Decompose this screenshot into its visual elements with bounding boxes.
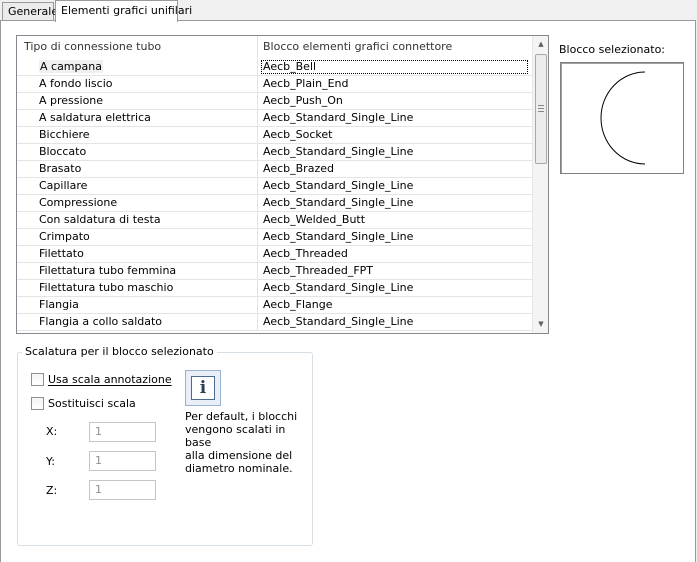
override-scale-checkbox[interactable]: Sostituisci scala: [31, 397, 136, 411]
table-row[interactable]: Brasato Aecb_Brazed: [17, 161, 532, 178]
column-header-tipo-connessione[interactable]: Tipo di connessione tubo: [17, 36, 258, 58]
connection-type-cell: A pressione: [17, 93, 258, 109]
table-row[interactable]: A fondo liscio Aecb_Plain_End: [17, 76, 532, 93]
table-row[interactable]: Flangia Aecb_Flange: [17, 297, 532, 314]
list-rows: A campana Aecb_Bell A fondo liscio Aecb_Pla…: [17, 59, 532, 331]
connection-type-cell: A fondo liscio: [17, 76, 258, 92]
connector-block-cell[interactable]: Aecb_Standard_Single_Line: [258, 280, 532, 296]
connector-block-cell[interactable]: Aecb_Standard_Single_Line: [258, 144, 532, 160]
connection-type-text: Filettatura tubo maschio: [39, 281, 174, 294]
table-row[interactable]: Flangia a collo saldato Aecb_Standard_Sin…: [17, 314, 532, 331]
connection-type-cell: A campana: [17, 59, 258, 75]
tab-panel: Tipo di connessione tubo Blocco elementi…: [0, 20, 696, 562]
use-annotation-scale-label: Usa scala annotazione: [48, 373, 172, 386]
table-row[interactable]: Capillare Aecb_Standard_Single_Line: [17, 178, 532, 195]
table-row[interactable]: A campana Aecb_Bell: [17, 59, 532, 76]
connection-type-text: Filettato: [39, 247, 84, 260]
connection-type-cell: Filettatura tubo maschio: [17, 280, 258, 296]
table-row[interactable]: Compressione Aecb_Standard_Single_Line: [17, 195, 532, 212]
connector-block-cell[interactable]: Aecb_Socket: [258, 127, 532, 143]
column-header-blocco[interactable]: Blocco elementi grafici connettore: [258, 36, 532, 58]
connection-type-cell: Flangia: [17, 297, 258, 313]
connector-block-cell[interactable]: Aecb_Bell: [260, 59, 529, 75]
connector-block-cell[interactable]: Aecb_Standard_Single_Line: [258, 229, 532, 245]
connection-type-text: A saldatura elettrica: [39, 111, 151, 124]
table-row[interactable]: A pressione Aecb_Push_On: [17, 93, 532, 110]
connection-type-cell: Compressione: [17, 195, 258, 211]
table-row[interactable]: Bicchiere Aecb_Socket: [17, 127, 532, 144]
connection-type-list[interactable]: Tipo di connessione tubo Blocco elementi…: [16, 35, 549, 334]
info-icon: i: [185, 370, 221, 406]
table-row[interactable]: Filettatura tubo femmina Aecb_Threaded_FP…: [17, 263, 532, 280]
connector-block-cell[interactable]: Aecb_Standard_Single_Line: [258, 195, 532, 211]
connector-block-cell[interactable]: Aecb_Push_On: [258, 93, 532, 109]
connection-type-text: Con saldatura di testa: [39, 213, 161, 226]
grip-icon: [538, 105, 544, 112]
checkbox-icon[interactable]: [31, 397, 44, 410]
x-scale-input[interactable]: 1: [89, 422, 156, 442]
x-label: X:: [46, 425, 58, 438]
connection-type-text: Flangia a collo saldato: [39, 315, 163, 328]
connector-block-cell[interactable]: Aecb_Flange: [258, 297, 532, 313]
connection-type-cell: Bicchiere: [17, 127, 258, 143]
connection-type-cell: Bloccato: [17, 144, 258, 160]
table-row[interactable]: Bloccato Aecb_Standard_Single_Line: [17, 144, 532, 161]
bell-symbol-preview: [600, 71, 646, 165]
connection-type-text: A campana: [39, 60, 103, 73]
checkbox-icon[interactable]: [31, 373, 44, 386]
connection-type-cell: Flangia a collo saldato: [17, 314, 258, 330]
connection-type-text: Filettatura tubo femmina: [39, 264, 177, 277]
connection-type-text: A pressione: [39, 94, 104, 107]
table-row[interactable]: Filettatura tubo maschio Aecb_Standard_Si…: [17, 280, 532, 297]
tab-elementi-grafici-unifilari[interactable]: Elementi grafici unifilari: [55, 0, 192, 22]
connection-type-text: Bicchiere: [39, 128, 90, 141]
scaling-group-title: Scalatura per il blocco selezionato: [22, 345, 217, 358]
connection-type-cell: A saldatura elettrica: [17, 110, 258, 126]
table-row[interactable]: A saldatura elettrica Aecb_Standard_Singl…: [17, 110, 532, 127]
connection-type-text: Capillare: [39, 179, 88, 192]
connection-type-cell: Brasato: [17, 161, 258, 177]
block-preview: [560, 62, 684, 174]
connection-type-text: Crimpato: [39, 230, 90, 243]
table-row[interactable]: Con saldatura di testa Aecb_Welded_Butt: [17, 212, 532, 229]
list-header: Tipo di connessione tubo Blocco elementi…: [17, 36, 532, 58]
z-label: Z:: [46, 484, 58, 497]
connection-type-text: Compressione: [39, 196, 118, 209]
y-label: Y:: [46, 455, 55, 468]
tab-generale[interactable]: Generale: [2, 2, 58, 22]
connection-type-cell: Con saldatura di testa: [17, 212, 258, 228]
connector-block-cell[interactable]: Aecb_Standard_Single_Line: [258, 178, 532, 194]
scaling-group: Scalatura per il blocco selezionato Usa …: [17, 345, 313, 546]
connector-block-cell[interactable]: Aecb_Standard_Single_Line: [258, 110, 532, 126]
table-row[interactable]: Filettato Aecb_Threaded: [17, 246, 532, 263]
table-row[interactable]: Crimpato Aecb_Standard_Single_Line: [17, 229, 532, 246]
scroll-down-arrow-icon[interactable]: ▼: [533, 316, 548, 333]
connection-type-cell: Crimpato: [17, 229, 258, 245]
scroll-thumb[interactable]: [535, 54, 547, 164]
connector-block-cell[interactable]: Aecb_Welded_Butt: [258, 212, 532, 228]
vertical-scrollbar[interactable]: ▲ ▼: [532, 36, 548, 333]
connection-type-cell: Filettatura tubo femmina: [17, 263, 258, 279]
tab-strip: Generale Elementi grafici unifilari: [0, 0, 697, 22]
connection-type-cell: Capillare: [17, 178, 258, 194]
connector-block-cell[interactable]: Aecb_Plain_End: [258, 76, 532, 92]
connector-block-cell[interactable]: Aecb_Threaded_FPT: [258, 263, 532, 279]
connector-block-cell[interactable]: Aecb_Standard_Single_Line: [258, 314, 532, 330]
scroll-up-arrow-icon[interactable]: ▲: [533, 36, 548, 53]
connection-type-text: Flangia: [39, 298, 79, 311]
connection-type-text: Brasato: [39, 162, 82, 175]
info-text: Per default, i blocchi vengono scalati i…: [185, 410, 298, 475]
connection-type-text: Bloccato: [39, 145, 87, 158]
connection-type-cell: Filettato: [17, 246, 258, 262]
override-scale-label: Sostituisci scala: [48, 397, 136, 410]
use-annotation-scale-checkbox[interactable]: Usa scala annotazione: [31, 373, 172, 387]
connector-block-cell[interactable]: Aecb_Threaded: [258, 246, 532, 262]
connector-block-cell[interactable]: Aecb_Brazed: [258, 161, 532, 177]
z-scale-input[interactable]: 1: [89, 480, 156, 500]
preview-label: Blocco selezionato:: [559, 43, 665, 56]
y-scale-input[interactable]: 1: [89, 451, 156, 471]
connection-type-text: A fondo liscio: [39, 77, 113, 90]
